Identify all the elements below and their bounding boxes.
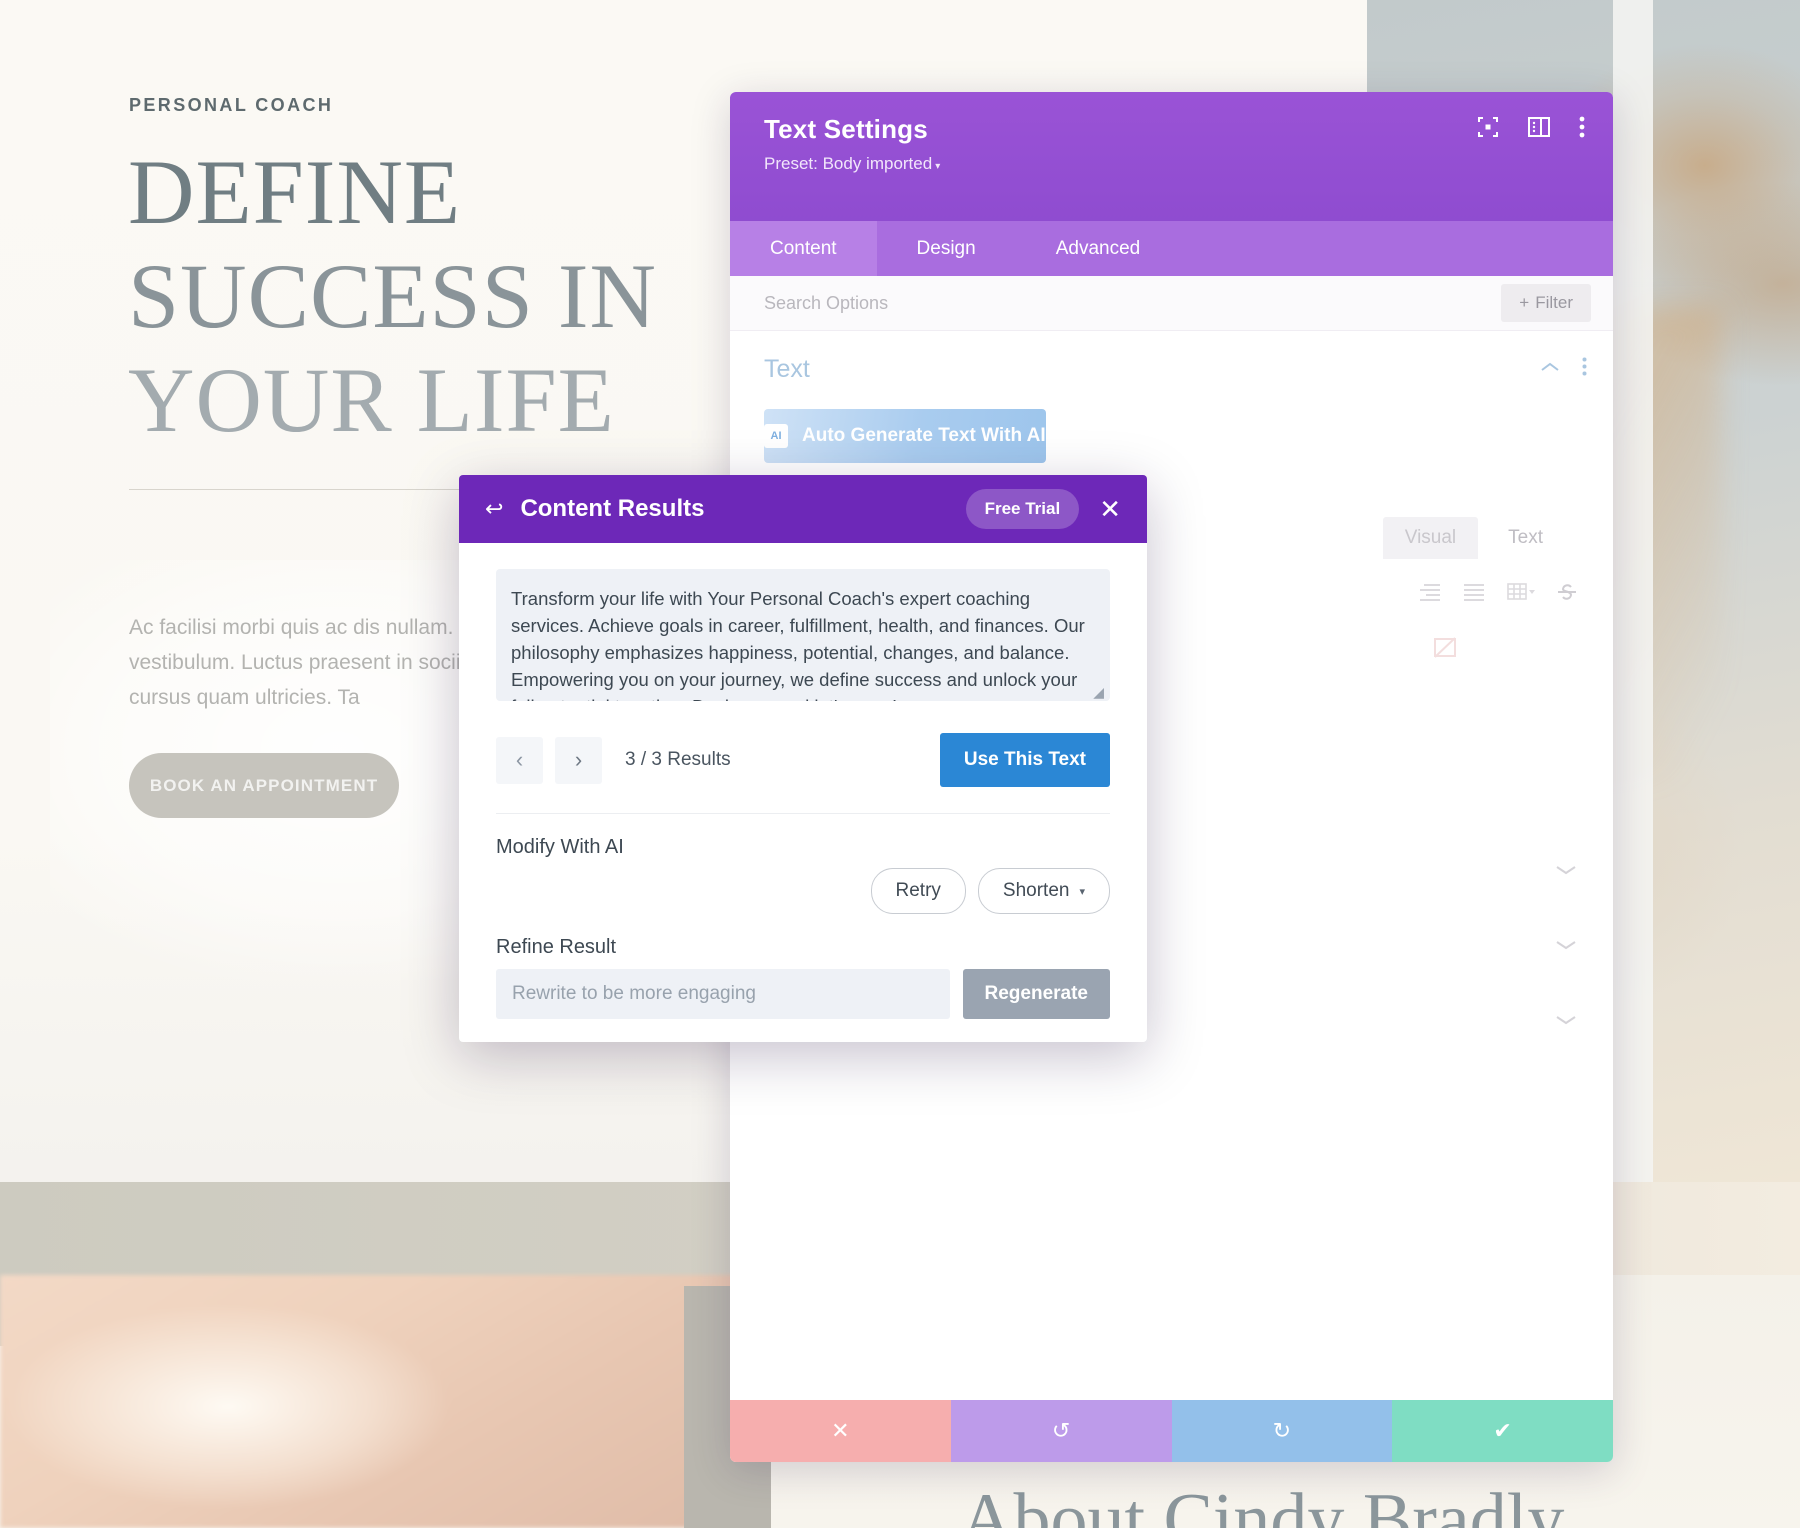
shorten-dropdown-button[interactable]: Shorten ▾ [977, 868, 1110, 914]
close-icon[interactable]: ✕ [1091, 494, 1129, 524]
previous-result-button[interactable]: ‹ [496, 736, 543, 784]
generated-text-textarea[interactable] [496, 569, 1110, 701]
hero-title-line-1: DEFINE [128, 141, 462, 243]
modal-header-left: ↩ Content Results [485, 495, 704, 523]
hero-white-strip [1613, 0, 1653, 1186]
auto-generate-label: Auto Generate Text With AI [802, 425, 1046, 446]
tab-content[interactable]: Content [730, 221, 877, 276]
table-icon[interactable] [1507, 582, 1535, 602]
align-right-icon[interactable] [1419, 583, 1441, 601]
free-trial-badge[interactable]: Free Trial [965, 489, 1080, 529]
ai-icon: AI [764, 424, 788, 448]
tab-text[interactable]: Text [1486, 517, 1565, 559]
chevron-up-icon[interactable] [1540, 360, 1560, 378]
save-button[interactable]: ✔ [1392, 1400, 1613, 1462]
results-navigation-row: ‹ › 3 / 3 Results Use This Text [496, 733, 1110, 787]
back-arrow-icon[interactable]: ↩ [485, 496, 503, 522]
book-appointment-button[interactable]: BOOK AN APPOINTMENT [129, 753, 399, 818]
filter-button[interactable]: + Filter [1501, 284, 1591, 322]
modal-body: ◢ ‹ › 3 / 3 Results Use This Text Modify… [459, 543, 1147, 1019]
focus-icon[interactable] [1477, 116, 1499, 138]
section-header-actions [1540, 357, 1587, 381]
tab-advanced[interactable]: Advanced [1016, 221, 1181, 276]
preset-selector[interactable]: Preset: Body imported ▾ [764, 154, 1587, 174]
modal-header-right: Free Trial ✕ [965, 489, 1129, 529]
hero-title-line-2: SUCCESS IN [128, 245, 657, 347]
panel-tab-bar: Content Design Advanced [730, 221, 1613, 276]
search-options-input[interactable]: Search Options [764, 293, 888, 314]
chevron-down-icon: ▾ [935, 161, 941, 172]
use-this-text-button[interactable]: Use This Text [939, 733, 1110, 787]
strikethrough-icon[interactable] [1557, 582, 1577, 602]
auto-generate-text-with-ai-button[interactable]: AI Auto Generate Text With AI [764, 409, 1046, 463]
screen-root: PERSONAL COACH DEFINE SUCCESS IN YOUR LI… [0, 0, 1800, 1528]
panel-footer-actions: ✕ ↺ ↻ ✔ [730, 1400, 1613, 1462]
settings-panel-header: Text Settings Preset: Body imported ▾ [730, 92, 1613, 221]
modal-divider [496, 813, 1110, 814]
search-options-row: Search Options + Filter [730, 276, 1613, 331]
modal-header: ↩ Content Results Free Trial ✕ [459, 475, 1147, 543]
more-vertical-icon[interactable] [1582, 357, 1587, 381]
results-count-label: 3 / 3 Results [625, 749, 731, 770]
about-section-title: About Cindy Bradly [960, 1479, 1565, 1528]
justify-icon[interactable] [1463, 583, 1485, 601]
shorten-label: Shorten [1002, 880, 1070, 901]
modify-actions-row: Retry Shorten ▾ [496, 868, 1110, 914]
text-section-header: Text [730, 331, 1613, 407]
editor-toolbar [1419, 582, 1577, 602]
editor-tab-bar: Visual Text [1382, 517, 1565, 559]
hero-eyebrow: PERSONAL COACH [129, 95, 334, 115]
regenerate-button[interactable]: Regenerate [962, 969, 1110, 1019]
modal-title: Content Results [520, 495, 705, 522]
filter-label: Filter [1535, 293, 1573, 312]
panel-header-actions [1477, 116, 1585, 138]
cancel-button[interactable]: ✕ [730, 1400, 951, 1462]
next-result-button[interactable]: › [555, 736, 602, 784]
undo-button[interactable]: ↺ [950, 1400, 1172, 1462]
layout-icon[interactable] [1528, 117, 1550, 137]
tab-visual[interactable]: Visual [1382, 517, 1479, 559]
lower-photo [0, 1275, 760, 1528]
hero-title-line-3: YOUR LIFE [128, 349, 615, 451]
content-results-modal: ↩ Content Results Free Trial ✕ ◢ ‹ › 3 /… [459, 475, 1147, 1042]
hero-title: DEFINE SUCCESS IN YOUR LIFE [128, 140, 688, 452]
refine-result-label: Refine Result [496, 936, 617, 958]
retry-button[interactable]: Retry [870, 868, 966, 914]
section-title-text: Text [764, 354, 810, 383]
redo-button[interactable]: ↻ [1171, 1400, 1393, 1462]
preset-label: Preset: Body imported [764, 154, 933, 173]
more-vertical-icon[interactable] [1579, 116, 1585, 138]
tab-design[interactable]: Design [877, 221, 1016, 276]
refine-result-row: Regenerate [496, 969, 1110, 1019]
chevron-down-icon: ▾ [1079, 885, 1085, 898]
modify-with-ai-label: Modify With AI [496, 836, 624, 858]
panel-title: Text Settings [764, 114, 928, 144]
hero-divider [129, 489, 505, 490]
image-disabled-icon[interactable] [1434, 637, 1458, 664]
refine-prompt-input[interactable] [496, 969, 950, 1019]
result-textarea-wrap: ◢ [496, 569, 1110, 706]
plus-icon: + [1519, 293, 1530, 312]
